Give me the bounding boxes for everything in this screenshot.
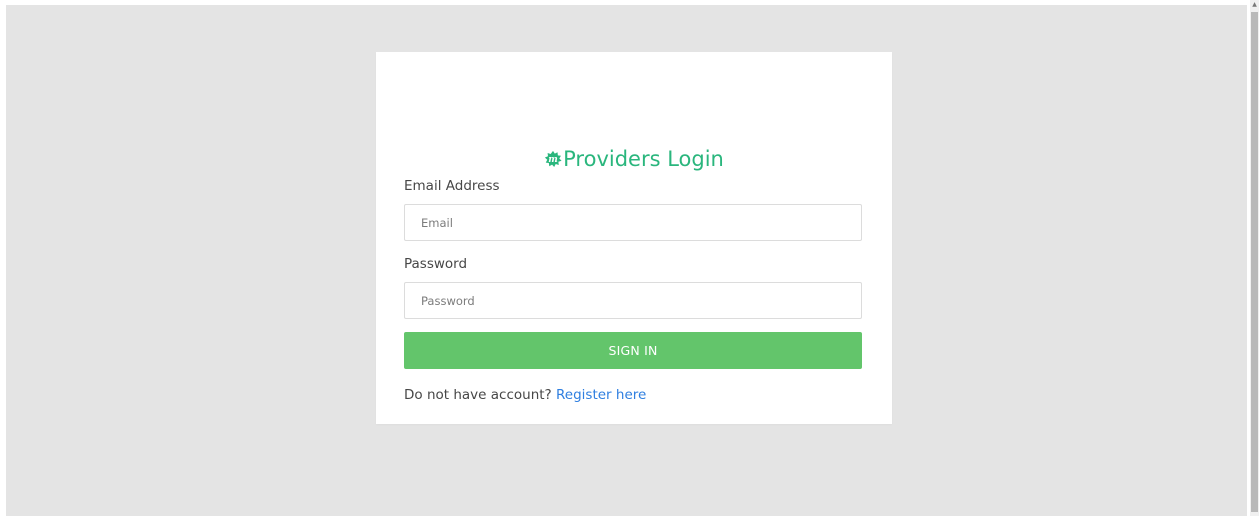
scrollbar-thumb[interactable]: [1251, 12, 1258, 512]
brand-logo-icon: m: [545, 150, 562, 168]
vertical-scrollbar[interactable]: ▲: [1250, 0, 1259, 516]
sign-in-button[interactable]: SIGN IN: [404, 332, 862, 369]
page-background: m Providers Login Email Address Password…: [6, 5, 1247, 516]
scroll-up-icon[interactable]: ▲: [1251, 1, 1258, 8]
email-label: Email Address: [404, 178, 500, 194]
login-title-text: Providers Login: [563, 147, 724, 171]
register-link[interactable]: Register here: [556, 387, 646, 403]
register-row: Do not have account? Register here: [404, 386, 646, 404]
password-label: Password: [404, 256, 468, 272]
email-input[interactable]: [404, 204, 862, 241]
login-title: m Providers Login: [376, 145, 892, 173]
register-prompt: Do not have account?: [404, 387, 552, 403]
password-input[interactable]: [404, 282, 862, 319]
brand-logo-letter: m: [548, 155, 558, 165]
login-card: m Providers Login Email Address Password…: [376, 52, 892, 424]
